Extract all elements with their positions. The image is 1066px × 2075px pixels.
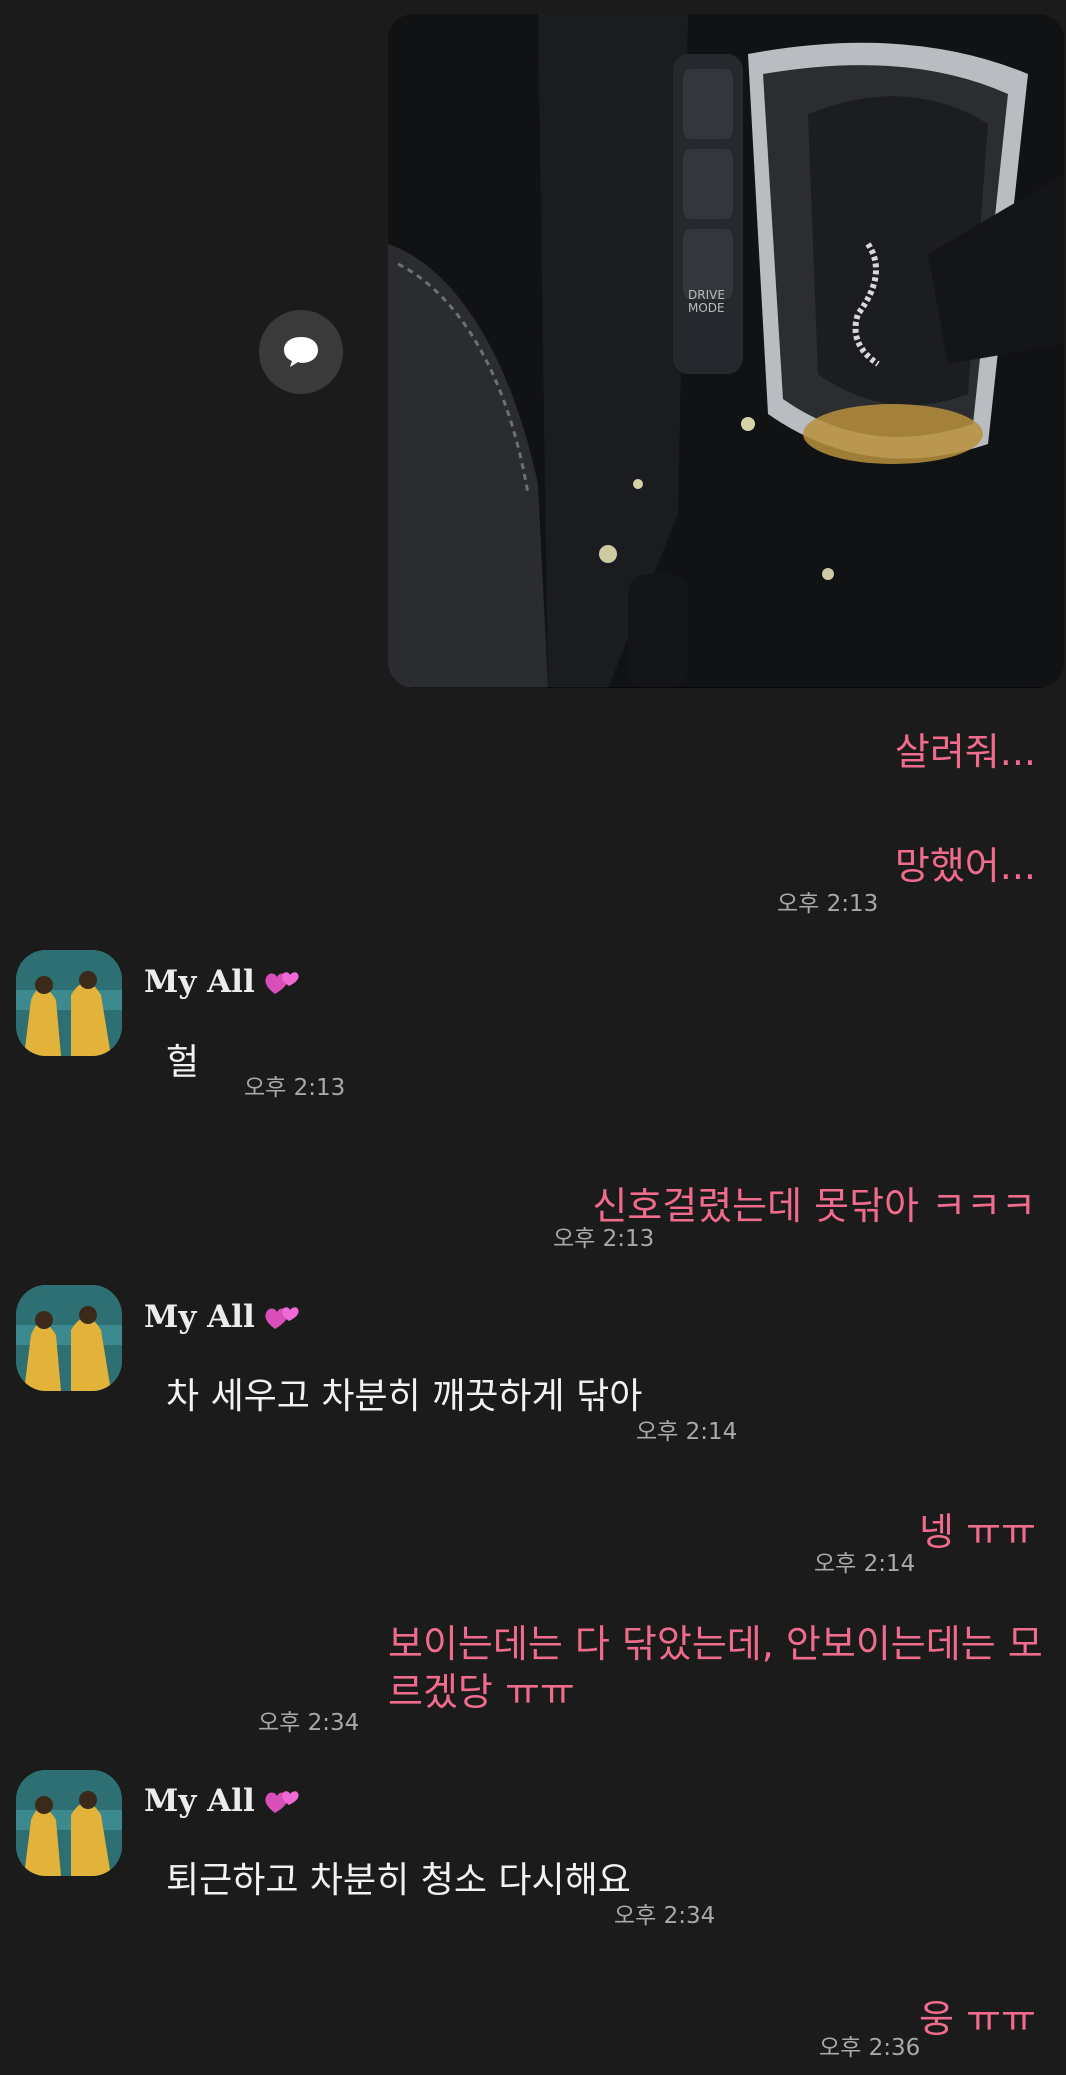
incoming-message: 헐 <box>166 1042 200 1083</box>
message-time: 오후 2:14 <box>814 1551 916 1577</box>
car-interior-photo: DRIVE MODE P R N D <box>388 14 1064 688</box>
speech-bubble-icon <box>284 337 318 367</box>
message-time: 오후 2:36 <box>819 2035 921 2061</box>
message-time: 오후 2:34 <box>258 1710 360 1736</box>
avatar-image <box>16 1770 122 1876</box>
avatar-image <box>16 950 122 1056</box>
sender-name-text: My All <box>144 1299 255 1335</box>
outgoing-message: 보이는데는 다 닦았는데, 안보이는데는 모르겠당 ㅠㅠ <box>388 1622 1043 1714</box>
avatar[interactable] <box>16 1770 122 1876</box>
message-time: 오후 2:14 <box>636 1419 738 1445</box>
heart-icon <box>265 1307 299 1329</box>
outgoing-message: 망했어... <box>894 844 1036 888</box>
outgoing-message: 신호걸렸는데 못닦아 ㅋㅋㅋ <box>592 1184 1036 1228</box>
photo-message[interactable]: DRIVE MODE P R N D <box>388 14 1064 688</box>
message-time: 오후 2:13 <box>244 1075 346 1101</box>
message-time: 오후 2:13 <box>777 891 879 917</box>
svg-text:DRIVE: DRIVE <box>688 288 725 302</box>
heart-icon <box>265 972 299 994</box>
incoming-message: 차 세우고 차분히 깨끗하게 닦아 <box>166 1376 643 1417</box>
sender-name: My All <box>144 1781 303 1821</box>
share-button[interactable] <box>259 310 343 394</box>
sender-name-text: My All <box>144 964 255 1000</box>
message-time: 오후 2:34 <box>614 1903 716 1929</box>
sender-name: My All <box>144 1297 303 1337</box>
heart-icon <box>265 1791 299 1813</box>
outgoing-message: 살려줘... <box>894 730 1036 774</box>
incoming-message: 퇴근하고 차분히 청소 다시해요 <box>166 1860 631 1901</box>
svg-text:MODE: MODE <box>688 301 725 315</box>
outgoing-message: 넹 ㅠㅠ <box>919 1510 1036 1554</box>
sender-name-text: My All <box>144 1783 255 1819</box>
message-time: 오후 2:13 <box>553 1226 655 1252</box>
avatar[interactable] <box>16 1285 122 1391</box>
avatar-image <box>16 1285 122 1391</box>
sender-name: My All <box>144 962 303 1002</box>
outgoing-message: 웅 ㅠㅠ <box>919 1997 1036 2041</box>
avatar[interactable] <box>16 950 122 1056</box>
